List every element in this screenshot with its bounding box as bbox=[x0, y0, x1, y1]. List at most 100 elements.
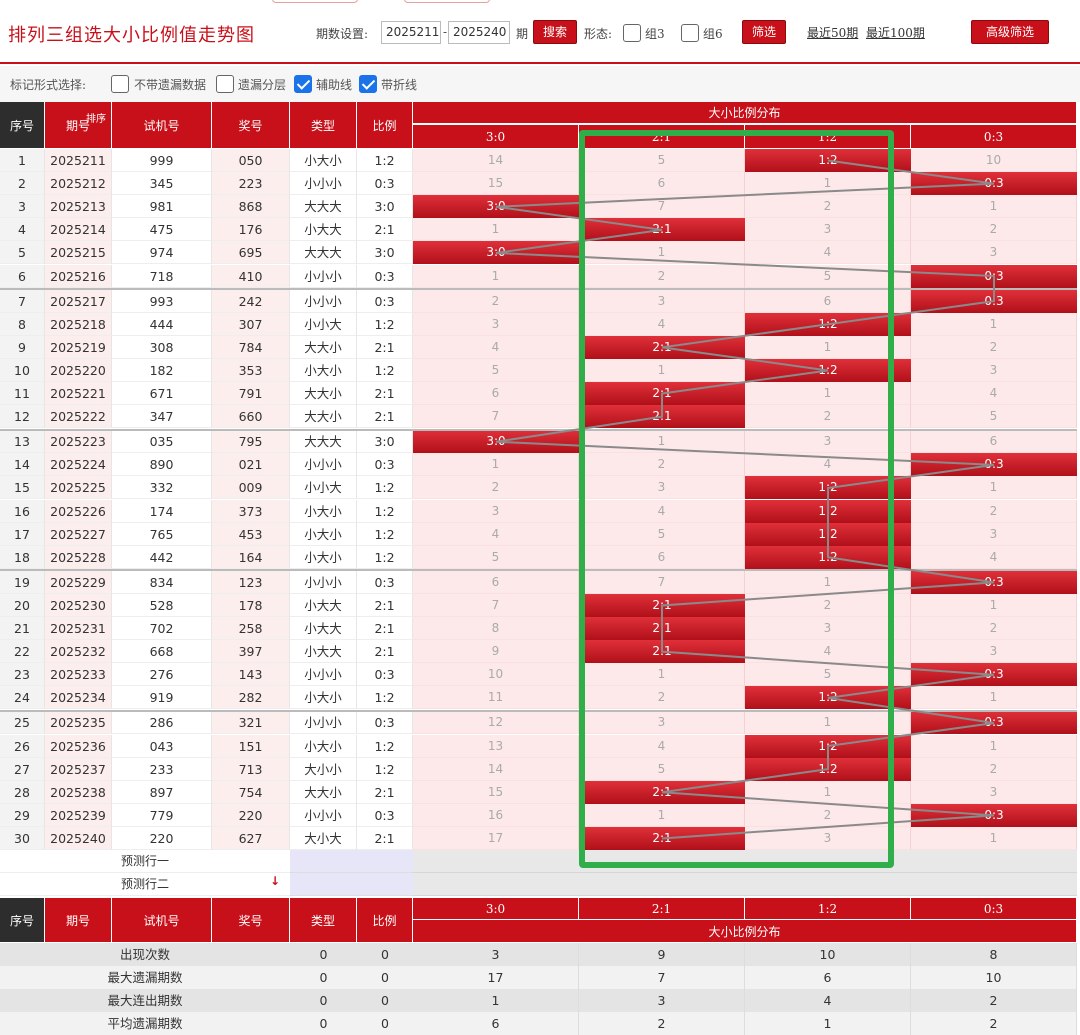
table-cell: 2025225 bbox=[45, 476, 112, 500]
table-cell: 050 bbox=[212, 149, 290, 173]
table-cell: 1:2 bbox=[357, 545, 413, 569]
column-header: 类型 bbox=[290, 102, 357, 148]
miss-count: 14 bbox=[413, 757, 579, 781]
down-arrow-icon[interactable]: ↓ bbox=[268, 874, 282, 894]
table-cell: 小大大 bbox=[290, 593, 357, 617]
miss-count: 5 bbox=[745, 264, 911, 288]
hit-marker: 1:2 bbox=[745, 499, 911, 523]
miss-count: 5 bbox=[579, 757, 745, 781]
table-cell: 2025230 bbox=[45, 593, 112, 617]
table-cell: 695 bbox=[212, 241, 290, 265]
miss-count: 2 bbox=[745, 405, 911, 429]
table-cell: 大大小 bbox=[290, 382, 357, 406]
predict-row-label: 预测行二 bbox=[0, 873, 290, 896]
predict-input-cell[interactable] bbox=[290, 850, 413, 873]
miss-count: 1 bbox=[911, 312, 1077, 336]
miss-count: 1 bbox=[579, 663, 745, 687]
hit-marker: 2:1 bbox=[579, 382, 745, 406]
miss-count: 15 bbox=[413, 172, 579, 196]
table-cell: 0:3 bbox=[357, 711, 413, 735]
miss-count: 1 bbox=[911, 195, 1077, 219]
hit-marker: 2:1 bbox=[579, 405, 745, 429]
stat-ratio: 0 bbox=[357, 1012, 413, 1035]
predict-dist-cell[interactable] bbox=[413, 850, 1077, 873]
footer-dist-title: 大小比例分布 bbox=[413, 920, 1077, 942]
miss-count: 1 bbox=[413, 264, 579, 288]
table-cell: 009 bbox=[212, 476, 290, 500]
miss-count: 6 bbox=[745, 289, 911, 313]
miss-count: 10 bbox=[911, 149, 1077, 173]
table-cell: 小大小 bbox=[290, 499, 357, 523]
table-cell: 410 bbox=[212, 264, 290, 288]
table-cell: 999 bbox=[112, 149, 212, 173]
stat-value: 10 bbox=[745, 943, 911, 966]
sort-toggle[interactable]: 排序 bbox=[86, 110, 106, 125]
hit-marker: 2:1 bbox=[579, 826, 745, 850]
table-cell: 大大小 bbox=[290, 335, 357, 359]
footer-dist-column-header: 2:1 bbox=[579, 898, 745, 920]
table-cell: 2:1 bbox=[357, 218, 413, 242]
stat-value: 3 bbox=[413, 943, 579, 966]
table-cell: 小小大 bbox=[290, 476, 357, 500]
miss-count: 10 bbox=[413, 663, 579, 687]
table-cell: 5 bbox=[0, 241, 45, 265]
table-cell: 2025226 bbox=[45, 499, 112, 523]
table-cell: 373 bbox=[212, 499, 290, 523]
table-cell: 1:2 bbox=[357, 499, 413, 523]
miss-count: 3 bbox=[911, 640, 1077, 664]
miss-count: 13 bbox=[413, 734, 579, 758]
table-cell: 143 bbox=[212, 663, 290, 687]
hit-marker: 1:2 bbox=[745, 312, 911, 336]
table-cell: 0:3 bbox=[357, 453, 413, 477]
table-cell: 282 bbox=[212, 686, 290, 710]
miss-count: 4 bbox=[579, 312, 745, 336]
stat-label: 最大连出期数 bbox=[0, 989, 290, 1012]
table-cell: 4 bbox=[0, 218, 45, 242]
table-cell: 13 bbox=[0, 430, 45, 454]
miss-count: 1 bbox=[911, 734, 1077, 758]
table-cell: 258 bbox=[212, 617, 290, 641]
table-cell: 176 bbox=[212, 218, 290, 242]
miss-count: 7 bbox=[579, 570, 745, 594]
predict-dist-cell[interactable] bbox=[413, 873, 1077, 896]
miss-count: 2 bbox=[911, 499, 1077, 523]
column-header: 试机号 bbox=[112, 102, 212, 148]
stat-value: 1 bbox=[413, 989, 579, 1012]
miss-count: 1 bbox=[579, 430, 745, 454]
dist-title: 大小比例分布 bbox=[413, 102, 1077, 124]
hit-marker: 2:1 bbox=[579, 218, 745, 242]
hit-marker: 1:2 bbox=[745, 757, 911, 781]
table-cell: 2025216 bbox=[45, 264, 112, 288]
table-cell: 220 bbox=[112, 826, 212, 850]
predict-input-cell[interactable] bbox=[290, 873, 413, 896]
stat-ratio: 0 bbox=[357, 943, 413, 966]
table-cell: 大大大 bbox=[290, 195, 357, 219]
table-cell: 3 bbox=[0, 195, 45, 219]
miss-count: 2 bbox=[745, 195, 911, 219]
table-cell: 小小小 bbox=[290, 570, 357, 594]
miss-count: 1 bbox=[579, 803, 745, 827]
table-cell: 29 bbox=[0, 803, 45, 827]
table-cell: 276 bbox=[112, 663, 212, 687]
table-cell: 2025211 bbox=[45, 149, 112, 173]
miss-count: 4 bbox=[745, 453, 911, 477]
table-cell: 178 bbox=[212, 593, 290, 617]
table-cell: 小小小 bbox=[290, 803, 357, 827]
miss-count: 2 bbox=[745, 803, 911, 827]
table-cell: 2025220 bbox=[45, 358, 112, 382]
table-cell: 2:1 bbox=[357, 593, 413, 617]
table-cell: 0:3 bbox=[357, 264, 413, 288]
table-cell: 小小小 bbox=[290, 711, 357, 735]
table-cell: 23 bbox=[0, 663, 45, 687]
table-cell: 3:0 bbox=[357, 430, 413, 454]
miss-count: 9 bbox=[413, 640, 579, 664]
miss-count: 16 bbox=[413, 803, 579, 827]
table-cell: 1:2 bbox=[357, 149, 413, 173]
table-cell: 2025233 bbox=[45, 663, 112, 687]
stat-value: 2 bbox=[911, 989, 1077, 1012]
table-cell: 2:1 bbox=[357, 617, 413, 641]
table-cell: 大大小 bbox=[290, 780, 357, 804]
table-cell: 28 bbox=[0, 780, 45, 804]
stat-value: 1 bbox=[745, 1012, 911, 1035]
stat-type: 0 bbox=[290, 943, 357, 966]
